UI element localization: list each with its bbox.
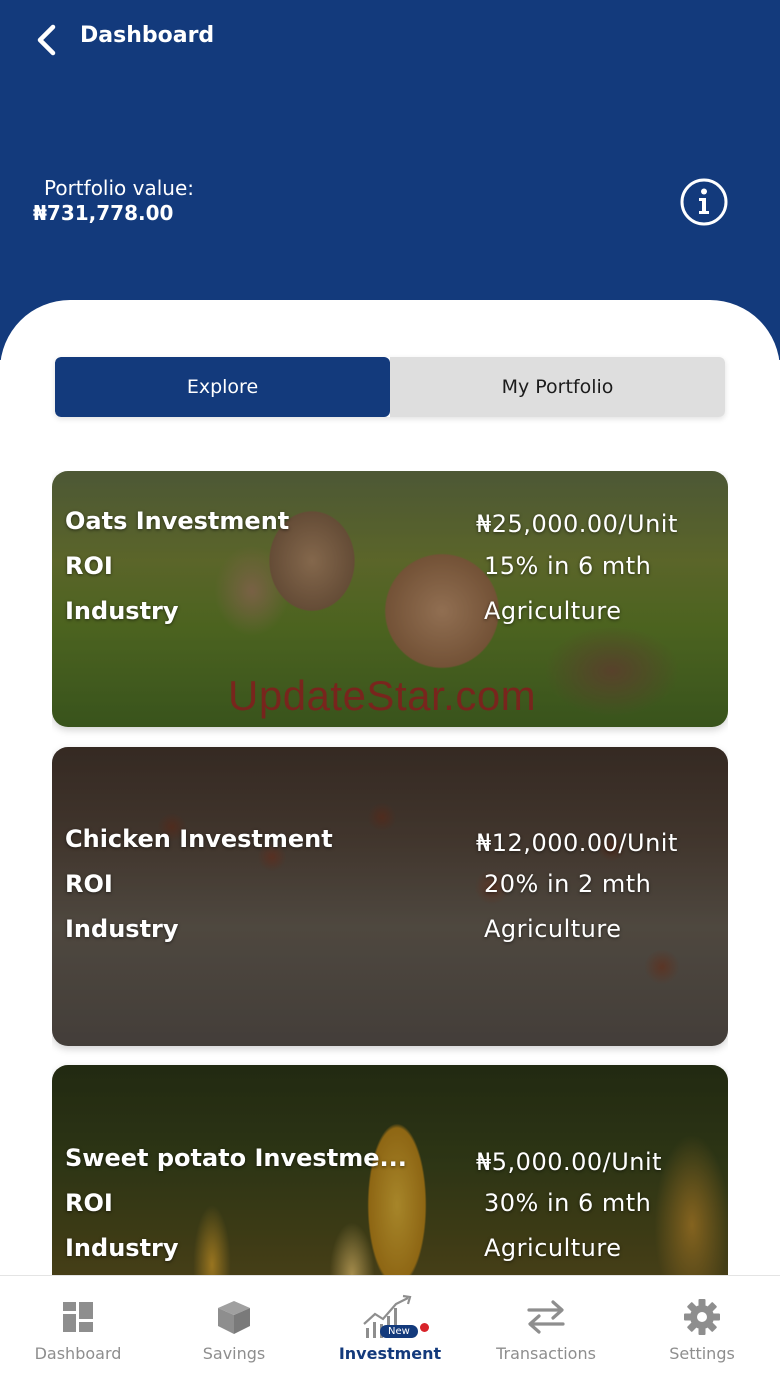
unit-price: ₦12,000.00/Unit bbox=[476, 829, 678, 857]
unit-price: ₦25,000.00/Unit bbox=[476, 510, 678, 538]
box-icon bbox=[210, 1294, 258, 1340]
portfolio-value: ₦731,778.00 bbox=[33, 201, 174, 225]
portfolio-value-label: Portfolio value: bbox=[44, 176, 194, 200]
info-button[interactable] bbox=[679, 177, 729, 227]
investment-card-sweet-potato[interactable]: Sweet potato Investme... ROI Industry ₦5… bbox=[52, 1065, 728, 1275]
nav-label: Savings bbox=[202, 1344, 266, 1363]
roi-value: 30% in 6 mth bbox=[484, 1189, 652, 1217]
industry-label: Industry bbox=[65, 915, 179, 943]
roi-label: ROI bbox=[65, 870, 113, 898]
industry-value: Agriculture bbox=[484, 1234, 622, 1262]
roi-label: ROI bbox=[65, 552, 113, 580]
page-title: Dashboard bbox=[80, 23, 215, 48]
roi-value: 20% in 2 mth bbox=[484, 870, 652, 898]
swap-icon bbox=[522, 1294, 570, 1340]
investment-card-chicken[interactable]: Chicken Investment ROI Industry ₦12,000.… bbox=[52, 747, 728, 1046]
nav-item-settings[interactable]: Settings bbox=[624, 1276, 780, 1387]
industry-label: Industry bbox=[65, 1234, 179, 1262]
roi-label: ROI bbox=[65, 1189, 113, 1217]
tab-bar: Explore My Portfolio bbox=[55, 357, 725, 417]
dashboard-icon bbox=[54, 1294, 102, 1340]
investment-card-oats[interactable]: Oats Investment ROI Industry ₦25,000.00/… bbox=[52, 471, 728, 727]
investment-name: Chicken Investment bbox=[65, 825, 333, 853]
roi-value: 15% in 6 mth bbox=[484, 552, 652, 580]
nav-label: Dashboard bbox=[34, 1344, 122, 1363]
gear-icon bbox=[678, 1294, 726, 1340]
info-icon bbox=[680, 178, 728, 226]
industry-value: Agriculture bbox=[484, 915, 622, 943]
nav-item-savings[interactable]: Savings bbox=[156, 1276, 312, 1387]
nav-label: Settings bbox=[669, 1344, 735, 1363]
investment-list: Oats Investment ROI Industry ₦25,000.00/… bbox=[52, 471, 728, 1275]
chart-icon: New bbox=[350, 1294, 430, 1340]
nav-item-transactions[interactable]: Transactions bbox=[468, 1276, 624, 1387]
investment-name: Oats Investment bbox=[65, 507, 290, 535]
chevron-left-icon bbox=[37, 24, 56, 56]
tab-explore[interactable]: Explore bbox=[55, 357, 390, 417]
nav-label: Transactions bbox=[496, 1344, 596, 1363]
industry-value: Agriculture bbox=[484, 597, 622, 625]
back-button[interactable] bbox=[26, 20, 66, 60]
notification-dot bbox=[420, 1323, 429, 1332]
tab-my-portfolio[interactable]: My Portfolio bbox=[390, 357, 725, 417]
industry-label: Industry bbox=[65, 597, 179, 625]
bottom-nav: Dashboard Savings New Investment Transac… bbox=[0, 1275, 780, 1387]
nav-item-dashboard[interactable]: Dashboard bbox=[0, 1276, 156, 1387]
investment-name: Sweet potato Investme... bbox=[65, 1144, 407, 1172]
nav-label: Investment bbox=[338, 1344, 442, 1363]
new-badge: New bbox=[380, 1325, 418, 1338]
nav-item-investment[interactable]: New Investment bbox=[312, 1276, 468, 1387]
unit-price: ₦5,000.00/Unit bbox=[476, 1148, 663, 1176]
